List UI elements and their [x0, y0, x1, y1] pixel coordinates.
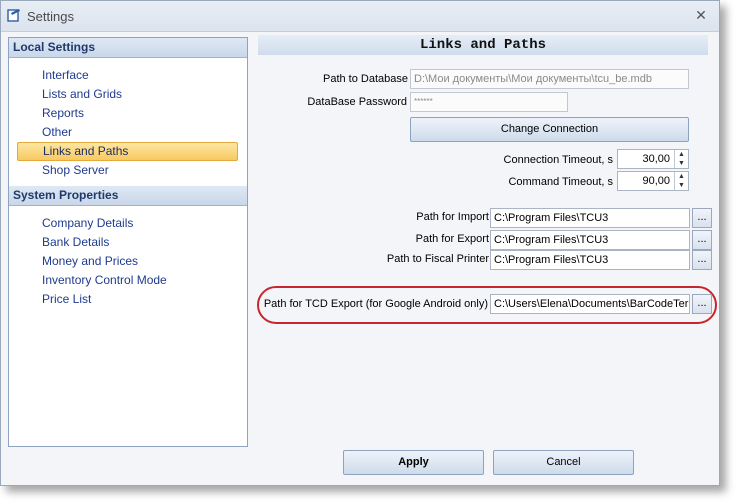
- group-header-local-settings[interactable]: Local Settings: [9, 38, 247, 58]
- path-for-import-label: Path for Import: [416, 211, 489, 223]
- window-title: Settings: [27, 9, 74, 24]
- browse-export-button[interactable]: ...: [692, 230, 712, 250]
- apply-button[interactable]: Apply: [343, 450, 484, 475]
- path-to-database-label: Path to Database: [322, 73, 408, 85]
- path-for-export-label: Path for Export: [415, 233, 489, 245]
- path-for-tcd-export-field[interactable]: C:\Users\Elena\Documents\BarCodeTer: [490, 294, 690, 314]
- connection-timeout-stepper[interactable]: 30,00 ▲ ▼: [617, 149, 689, 169]
- nav-item-interface[interactable]: Interface: [9, 66, 247, 85]
- close-icon[interactable]: ✕: [693, 7, 709, 23]
- title-bar: Settings ✕: [1, 1, 719, 32]
- path-for-export-field[interactable]: C:\Program Files\TCU3: [490, 230, 690, 250]
- nav-item-inventory-control-mode[interactable]: Inventory Control Mode: [9, 271, 247, 290]
- system-properties-items: Company Details Bank Details Money and P…: [9, 206, 247, 315]
- nav-item-other[interactable]: Other: [9, 123, 247, 142]
- nav-item-bank-details[interactable]: Bank Details: [9, 233, 247, 252]
- browse-fiscal-printer-button[interactable]: ...: [692, 250, 712, 270]
- database-password-field[interactable]: ******: [410, 92, 568, 112]
- nav-item-links-and-paths[interactable]: Links and Paths: [17, 142, 238, 161]
- cancel-button[interactable]: Cancel: [493, 450, 634, 475]
- path-to-fiscal-printer-label: Path to Fiscal Printer: [386, 253, 489, 265]
- spin-up-icon[interactable]: ▲: [675, 172, 688, 181]
- browse-import-button[interactable]: ...: [692, 208, 712, 228]
- spin-down-icon[interactable]: ▼: [675, 159, 688, 168]
- connection-timeout-spin-buttons: ▲ ▼: [674, 150, 688, 168]
- local-settings-items: Interface Lists and Grids Reports Other …: [9, 58, 247, 186]
- nav-item-lists-and-grids[interactable]: Lists and Grids: [9, 85, 247, 104]
- browse-tcd-export-button[interactable]: ...: [692, 294, 712, 314]
- nav-item-reports[interactable]: Reports: [9, 104, 247, 123]
- path-for-import-field[interactable]: C:\Program Files\TCU3: [490, 208, 690, 228]
- path-to-fiscal-printer-field[interactable]: C:\Program Files\TCU3: [490, 250, 690, 270]
- settings-navigation-panel: Local Settings Interface Lists and Grids…: [8, 37, 248, 447]
- group-header-system-properties[interactable]: System Properties: [9, 186, 247, 206]
- path-for-tcd-export-label: Path for TCD Export (for Google Android …: [263, 298, 488, 310]
- path-to-database-field[interactable]: D:\Мои документы\Мои документы\tcu_be.md…: [410, 69, 689, 89]
- nav-item-company-details[interactable]: Company Details: [9, 214, 247, 233]
- settings-app-icon: [7, 9, 20, 22]
- spin-down-icon[interactable]: ▼: [675, 181, 688, 190]
- database-password-label: DataBase Password: [307, 96, 407, 108]
- spin-up-icon[interactable]: ▲: [675, 150, 688, 159]
- command-timeout-spin-buttons: ▲ ▼: [674, 172, 688, 190]
- nav-item-money-and-prices[interactable]: Money and Prices: [9, 252, 247, 271]
- settings-window: Settings ✕ Local Settings Interface List…: [0, 0, 720, 486]
- change-connection-button[interactable]: Change Connection: [410, 117, 689, 142]
- nav-item-price-list[interactable]: Price List: [9, 290, 247, 309]
- section-title: Links and Paths: [258, 35, 708, 55]
- connection-timeout-value: 30,00: [642, 153, 670, 165]
- command-timeout-label: Command Timeout, s: [508, 176, 613, 188]
- connection-timeout-label: Connection Timeout, s: [503, 154, 613, 166]
- nav-item-shop-server[interactable]: Shop Server: [9, 161, 247, 180]
- command-timeout-stepper[interactable]: 90,00 ▲ ▼: [617, 171, 689, 191]
- command-timeout-value: 90,00: [642, 175, 670, 187]
